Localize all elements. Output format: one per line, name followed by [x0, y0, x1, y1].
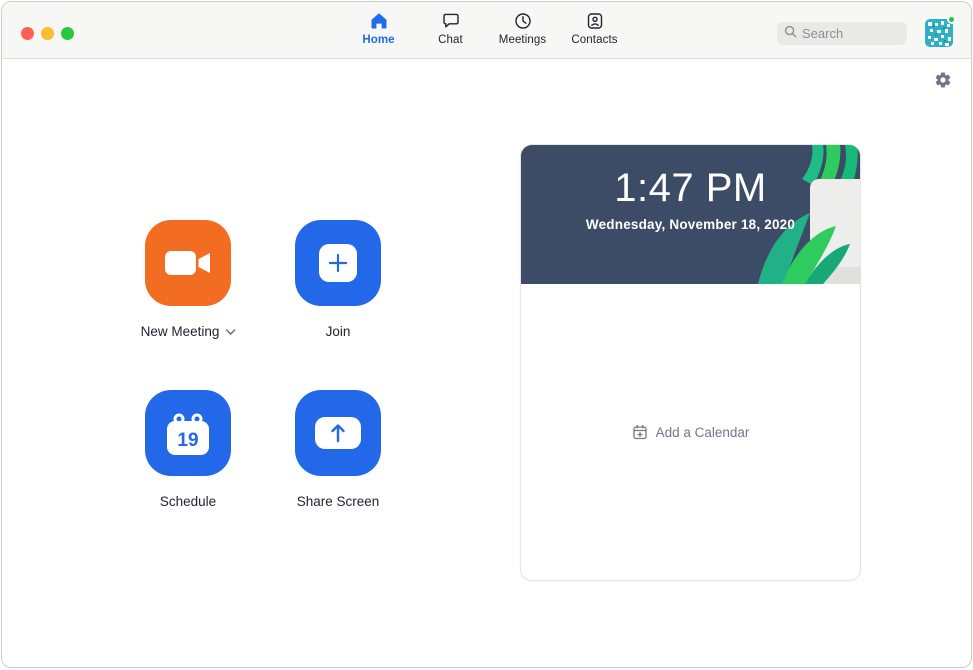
- clock-icon: [513, 11, 533, 31]
- online-status-dot: [947, 15, 956, 24]
- add-calendar-button[interactable]: Add a Calendar: [521, 284, 860, 580]
- calendar-day-number: 19: [177, 430, 198, 451]
- plus-icon: [319, 244, 357, 282]
- fullscreen-window-button[interactable]: [61, 27, 74, 40]
- join-action: Join: [295, 220, 381, 339]
- tab-chat-label: Chat: [438, 34, 463, 46]
- tab-contacts[interactable]: Contacts: [559, 11, 631, 46]
- home-icon: [369, 11, 389, 31]
- share-screen-action: Share Screen: [295, 390, 381, 509]
- title-bar: Home Chat Meetings Contacts Search: [2, 2, 971, 59]
- tab-home[interactable]: Home: [343, 11, 415, 46]
- chat-bubble-icon: [441, 11, 461, 31]
- video-camera-icon: [165, 251, 210, 275]
- clock-hero-panel: 1:47 PM Wednesday, November 18, 2020: [521, 145, 860, 284]
- search-field[interactable]: [777, 22, 907, 45]
- share-screen-button[interactable]: [295, 390, 381, 476]
- window-controls: [21, 27, 74, 40]
- add-calendar-label: Add a Calendar: [655, 424, 750, 440]
- new-meeting-label: New Meeting: [140, 324, 220, 339]
- schedule-label: Schedule: [159, 494, 217, 509]
- tab-meetings[interactable]: Meetings: [487, 11, 559, 46]
- user-avatar[interactable]: [925, 15, 956, 47]
- close-window-button[interactable]: [21, 27, 34, 40]
- contact-card-icon: [585, 11, 605, 31]
- new-meeting-action: New Meeting: [141, 220, 236, 339]
- search-icon: [784, 25, 797, 43]
- chevron-down-icon: [225, 328, 236, 335]
- arrow-up-icon: [315, 417, 361, 449]
- minimize-window-button[interactable]: [41, 27, 54, 40]
- search-input[interactable]: [802, 26, 902, 41]
- zoom-app-window: Home Chat Meetings Contacts Search New M…: [1, 1, 972, 668]
- calendar-preview-card: 1:47 PM Wednesday, November 18, 2020 Add…: [520, 144, 861, 581]
- tab-home-label: Home: [362, 34, 395, 46]
- tab-contacts-label: Contacts: [571, 34, 618, 46]
- new-meeting-button[interactable]: [145, 220, 231, 306]
- settings-button[interactable]: [934, 71, 952, 94]
- calendar-plus-icon: [632, 424, 647, 440]
- new-meeting-dropdown-chevron[interactable]: [225, 328, 236, 335]
- current-date: Wednesday, November 18, 2020: [585, 217, 796, 232]
- schedule-button[interactable]: 19: [145, 390, 231, 476]
- tab-chat[interactable]: Chat: [415, 11, 487, 46]
- tab-meetings-label: Meetings: [498, 34, 547, 46]
- gear-icon: [935, 72, 951, 88]
- join-label: Join: [325, 324, 351, 339]
- main-nav-tabs: Home Chat Meetings Contacts: [343, 11, 631, 46]
- current-time: 1:47 PM: [614, 166, 767, 210]
- join-button[interactable]: [295, 220, 381, 306]
- schedule-action: 19 Schedule: [145, 390, 231, 509]
- calendar-icon: 19: [167, 413, 209, 455]
- share-screen-label: Share Screen: [296, 494, 380, 509]
